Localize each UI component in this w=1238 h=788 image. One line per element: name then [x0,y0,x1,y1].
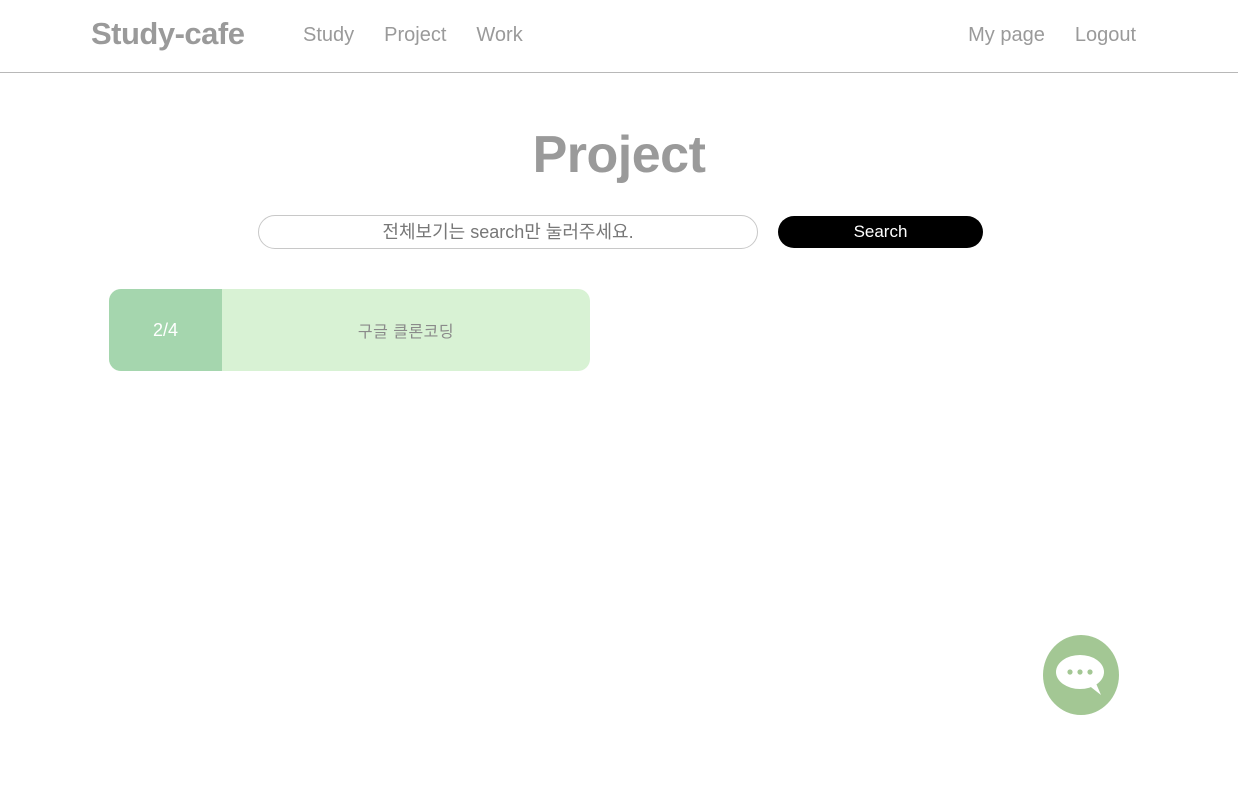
brand-logo[interactable]: Study-cafe [91,16,245,52]
chat-bubble-icon [1056,655,1104,695]
search-input[interactable] [258,215,758,249]
nav-my-page[interactable]: My page [968,24,1045,47]
member-count-badge: 2/4 [109,289,222,371]
chat-button[interactable] [1043,635,1119,715]
nav-work[interactable]: Work [476,24,522,47]
main-nav: Study Project Work [303,24,523,47]
project-title: 구글 클론코딩 [357,324,455,341]
site-header: Study-cafe Study Project Work My page Lo… [0,0,1238,73]
user-nav: My page Logout [968,24,1136,47]
search-button[interactable]: Search [778,216,983,248]
nav-study[interactable]: Study [303,24,354,47]
project-card[interactable]: 2/4 구글 클론코딩 [109,289,590,371]
nav-logout[interactable]: Logout [1075,24,1136,47]
nav-project[interactable]: Project [384,24,446,47]
page-title: Project [532,126,706,184]
